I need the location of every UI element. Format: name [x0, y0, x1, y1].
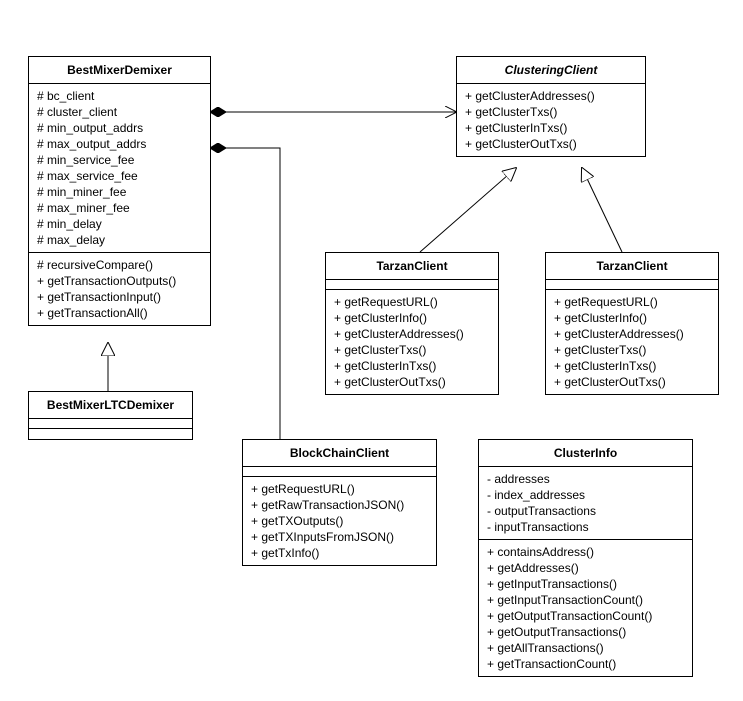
ops-section: + containsAddress() + getAddresses() + g… — [479, 540, 692, 676]
class-tarzanclient-2: TarzanClient + getRequestURL() + getClus… — [545, 252, 719, 395]
attr: # min_output_addrs — [37, 120, 202, 136]
attr: # max_delay — [37, 232, 202, 248]
attrs-section — [326, 280, 498, 290]
op: + getAllTransactions() — [487, 640, 684, 656]
op: + getRequestURL() — [334, 294, 490, 310]
attrs-section — [243, 467, 436, 477]
class-title: TarzanClient — [326, 253, 498, 280]
op: + getTransactionCount() — [487, 656, 684, 672]
op: + getClusterInTxs() — [554, 358, 710, 374]
class-clusterinfo: ClusterInfo - addresses - index_addresse… — [478, 439, 693, 677]
op: + getInputTransactions() — [487, 576, 684, 592]
attrs-section — [546, 280, 718, 290]
ops-section: + getRequestURL() + getClusterInfo() + g… — [326, 290, 498, 394]
op: + getClusterAddresses() — [465, 88, 637, 104]
attr: # bc_client — [37, 88, 202, 104]
op: + getClusterAddresses() — [334, 326, 490, 342]
attr: # cluster_client — [37, 104, 202, 120]
op: + getTxInfo() — [251, 545, 428, 561]
class-bestmixerdemixer: BestMixerDemixer # bc_client # cluster_c… — [28, 56, 211, 326]
op: + getClusterTxs() — [465, 104, 637, 120]
ops-section — [29, 429, 192, 439]
attr: # max_service_fee — [37, 168, 202, 184]
attrs-section: - addresses - index_addresses - outputTr… — [479, 467, 692, 540]
op: + getRequestURL() — [554, 294, 710, 310]
op: + getTXOutputs() — [251, 513, 428, 529]
op: + getClusterInTxs() — [465, 120, 637, 136]
op: + getOutputTransactions() — [487, 624, 684, 640]
class-title: ClusteringClient — [457, 57, 645, 84]
attr: # min_delay — [37, 216, 202, 232]
ops-section: + getRequestURL() + getRawTransactionJSO… — [243, 477, 436, 565]
op: + getClusterOutTxs() — [554, 374, 710, 390]
gen-tarzan1-to-clustering — [420, 168, 516, 252]
assoc-bestmixer-to-blockchainclient — [211, 148, 280, 439]
class-bestmixerltcdemixer: BestMixerLTCDemixer — [28, 391, 193, 440]
class-tarzanclient-1: TarzanClient + getRequestURL() + getClus… — [325, 252, 499, 395]
class-title: BestMixerLTCDemixer — [29, 392, 192, 419]
op: + getTransactionAll() — [37, 305, 202, 321]
op: + getClusterOutTxs() — [465, 136, 637, 152]
op: + getClusterOutTxs() — [334, 374, 490, 390]
gen-tarzan2-to-clustering — [582, 168, 622, 252]
op: + getClusterTxs() — [334, 342, 490, 358]
class-title: BestMixerDemixer — [29, 57, 210, 84]
attr: - outputTransactions — [487, 503, 684, 519]
op: + getClusterTxs() — [554, 342, 710, 358]
op: + getTransactionInput() — [37, 289, 202, 305]
op: + getTransactionOutputs() — [37, 273, 202, 289]
attr: # max_miner_fee — [37, 200, 202, 216]
ops-section: + getClusterAddresses() + getClusterTxs(… — [457, 84, 645, 156]
op: + getTXInputsFromJSON() — [251, 529, 428, 545]
attrs-section: # bc_client # cluster_client # min_outpu… — [29, 84, 210, 253]
op: + getClusterInTxs() — [334, 358, 490, 374]
op: + getRawTransactionJSON() — [251, 497, 428, 513]
ops-section: # recursiveCompare() + getTransactionOut… — [29, 253, 210, 325]
ops-section: + getRequestURL() + getClusterInfo() + g… — [546, 290, 718, 394]
class-title: ClusterInfo — [479, 440, 692, 467]
class-clusteringclient: ClusteringClient + getClusterAddresses()… — [456, 56, 646, 157]
op: + getOutputTransactionCount() — [487, 608, 684, 624]
op: + getRequestURL() — [251, 481, 428, 497]
op: + getAddresses() — [487, 560, 684, 576]
op: # recursiveCompare() — [37, 257, 202, 273]
attr: # min_service_fee — [37, 152, 202, 168]
op: + getClusterInfo() — [334, 310, 490, 326]
attrs-section — [29, 419, 192, 429]
attr: - inputTransactions — [487, 519, 684, 535]
attr: # min_miner_fee — [37, 184, 202, 200]
class-title: BlockChainClient — [243, 440, 436, 467]
class-title: TarzanClient — [546, 253, 718, 280]
op: + getClusterInfo() — [554, 310, 710, 326]
attr: # max_output_addrs — [37, 136, 202, 152]
attr: - addresses — [487, 471, 684, 487]
op: + containsAddress() — [487, 544, 684, 560]
op: + getInputTransactionCount() — [487, 592, 684, 608]
attr: - index_addresses — [487, 487, 684, 503]
class-blockchainclient: BlockChainClient + getRequestURL() + get… — [242, 439, 437, 566]
op: + getClusterAddresses() — [554, 326, 710, 342]
